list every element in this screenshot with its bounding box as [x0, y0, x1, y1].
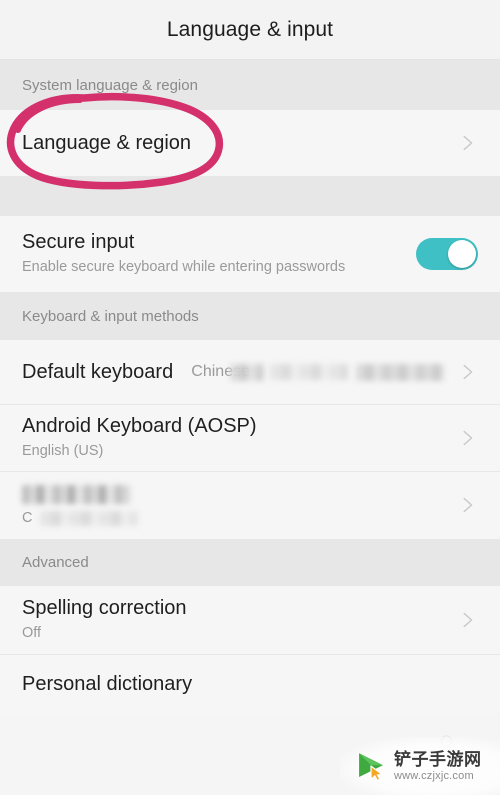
toggle-knob [448, 240, 476, 268]
app-title-bar: Language & input [0, 0, 500, 60]
row-redacted-keyboard-subtitle-text: C [22, 510, 33, 527]
row-default-keyboard[interactable]: Default keyboard Chinese [0, 340, 500, 404]
redacted-text-block [39, 511, 138, 527]
settings-screen: Language & input System language & regio… [0, 0, 500, 795]
row-language-region[interactable]: Language & region [0, 110, 500, 176]
watermark-brand: 铲子手游网 [394, 749, 482, 769]
redacted-text-block [356, 363, 444, 381]
row-personal-dictionary-text: Personal dictionary [22, 673, 478, 696]
section-gap-band-1 [0, 176, 500, 216]
row-language-region-text: Language & region [22, 132, 456, 155]
page-title: Language & input [166, 17, 334, 41]
chevron-right-icon [456, 494, 478, 516]
chevron-right-icon [456, 361, 478, 383]
secure-input-toggle[interactable] [416, 238, 478, 270]
green-play-cursor-icon [354, 749, 388, 783]
row-secure-input-text: Secure input Enable secure keyboard whil… [22, 231, 416, 276]
watermark-url: www.czjxjc.com [394, 769, 474, 782]
chevron-right-icon [456, 132, 478, 154]
row-spelling-correction[interactable]: Spelling correction Off [0, 586, 500, 654]
row-android-keyboard-aosp-title: Android Keyboard (AOSP) [22, 414, 257, 437]
row-spelling-correction-title: Spelling correction [22, 597, 187, 620]
row-default-keyboard-text: Default keyboard [22, 361, 191, 384]
redacted-text-block [270, 364, 348, 380]
row-spelling-correction-text: Spelling correction Off [22, 597, 456, 642]
redacted-text-block [230, 363, 264, 381]
row-secure-input[interactable]: Secure input Enable secure keyboard whil… [0, 216, 500, 292]
row-secure-input-title: Secure input [22, 231, 135, 254]
chevron-right-icon [456, 427, 478, 449]
row-redacted-keyboard-subtitle: C [22, 509, 456, 527]
chevron-right-icon [456, 609, 478, 631]
watermark: 铲子手游网 www.czjxjc.com [340, 737, 500, 795]
row-default-keyboard-title: Default keyboard [22, 360, 174, 383]
watermark-text: 铲子手游网 www.czjxjc.com [394, 751, 482, 782]
section-header-advanced: Advanced [0, 539, 500, 586]
redacted-text-block [22, 484, 130, 504]
section-header-keyboard-input-methods: Keyboard & input methods [0, 292, 500, 340]
row-default-keyboard-value: Chinese [191, 363, 444, 381]
row-redacted-keyboard-text: C [22, 482, 456, 527]
row-secure-input-subtitle: Enable secure keyboard while entering pa… [22, 259, 346, 276]
row-spelling-correction-subtitle: Off [22, 625, 42, 642]
row-android-keyboard-aosp-text: Android Keyboard (AOSP) English (US) [22, 415, 456, 460]
row-language-region-title: Language & region [22, 131, 192, 154]
section-header-system-language-region: System language & region [0, 60, 500, 110]
row-redacted-keyboard-title [22, 482, 456, 505]
row-android-keyboard-aosp[interactable]: Android Keyboard (AOSP) English (US) [0, 404, 500, 471]
row-android-keyboard-aosp-subtitle: English (US) [22, 442, 104, 459]
row-redacted-keyboard[interactable]: C [0, 471, 500, 539]
row-personal-dictionary[interactable]: Personal dictionary [0, 654, 500, 714]
row-personal-dictionary-title: Personal dictionary [22, 672, 193, 695]
